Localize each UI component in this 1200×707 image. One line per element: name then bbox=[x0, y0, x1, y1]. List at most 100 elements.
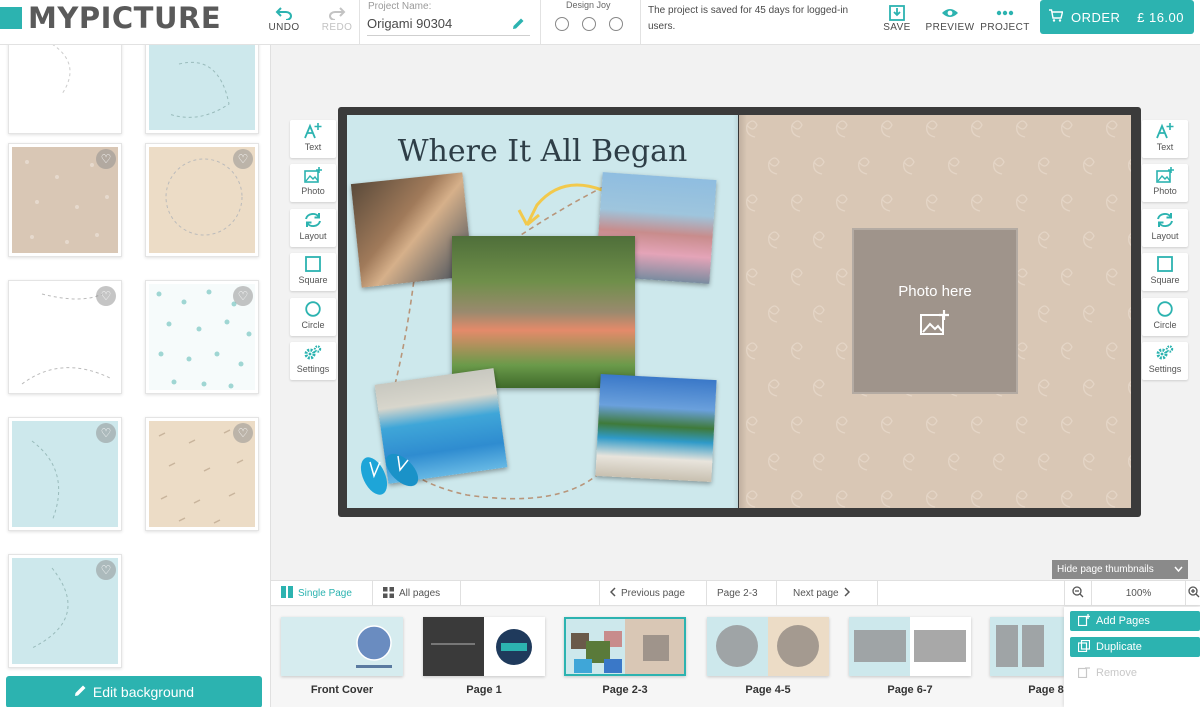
zoom-out-button[interactable] bbox=[1064, 581, 1092, 606]
neutral-face-icon[interactable] bbox=[582, 17, 596, 31]
all-pages-label: All pages bbox=[399, 588, 441, 599]
undo-button[interactable]: UNDO bbox=[266, 4, 302, 33]
flip-flops-sticker[interactable] bbox=[356, 448, 428, 503]
tool-settings-button[interactable]: Settings bbox=[290, 342, 336, 380]
tool-label: Photo bbox=[1153, 186, 1177, 197]
background-thumbnail[interactable]: ♡ bbox=[8, 554, 122, 668]
tool-text-button[interactable]: Text bbox=[1142, 120, 1188, 158]
page-thumbnail-front-cover[interactable] bbox=[281, 617, 403, 676]
add-page-icon bbox=[1077, 613, 1091, 629]
eye-icon bbox=[941, 4, 959, 22]
background-thumbnail[interactable]: ♡ bbox=[8, 280, 122, 394]
duplicate-label: Duplicate bbox=[1096, 641, 1142, 653]
single-page-view-button[interactable]: Single Page bbox=[271, 581, 373, 606]
chevron-down-icon bbox=[1174, 564, 1183, 575]
logo-text: MYPICTURE bbox=[28, 1, 222, 35]
previous-page-button[interactable]: Previous page bbox=[599, 581, 707, 606]
redo-label: REDO bbox=[321, 22, 353, 33]
grid-icon bbox=[383, 586, 394, 601]
happy-face-icon[interactable] bbox=[609, 17, 623, 31]
tool-label: Settings bbox=[296, 364, 330, 374]
square-icon bbox=[305, 253, 321, 275]
background-thumbnail[interactable]: ♡ bbox=[145, 143, 259, 257]
add-pages-button[interactable]: Add Pages bbox=[1070, 611, 1200, 631]
edit-background-label: Edit background bbox=[92, 684, 195, 700]
tool-label: Circle bbox=[301, 319, 325, 330]
cart-icon bbox=[1049, 9, 1064, 25]
project-name-field[interactable]: Origami 90304 bbox=[367, 14, 530, 36]
settings-gears-icon bbox=[1156, 342, 1174, 364]
background-thumbnail[interactable]: ♡ bbox=[8, 417, 122, 531]
project-label: PROJECT bbox=[980, 22, 1030, 33]
remove-label: Remove bbox=[1096, 667, 1137, 679]
tool-label: Square bbox=[298, 275, 328, 286]
hide-page-thumbnails-button[interactable]: Hide page thumbnails bbox=[1052, 560, 1188, 579]
thumbnail-label: Page 2-3 bbox=[602, 684, 648, 696]
save-button[interactable]: SAVE bbox=[880, 4, 914, 33]
add-text-icon bbox=[1156, 120, 1174, 142]
zoom-out-icon bbox=[1072, 586, 1084, 601]
tool-text-button[interactable]: Text bbox=[290, 120, 336, 158]
edit-background-button[interactable]: Edit background bbox=[6, 676, 262, 707]
rating-faces bbox=[555, 17, 623, 31]
tool-photo-button[interactable]: Photo bbox=[290, 164, 336, 203]
preview-button[interactable]: PREVIEW bbox=[925, 4, 975, 33]
single-page-icon bbox=[281, 586, 293, 601]
page-thumbnail-page-8[interactable] bbox=[990, 617, 1064, 676]
next-page-button[interactable]: Next page bbox=[777, 581, 878, 606]
page-thumbnail-page-1[interactable] bbox=[423, 617, 545, 676]
page-navigation-bar: Single Page All pages Previous page Page… bbox=[271, 580, 1200, 606]
chevron-right-icon bbox=[844, 587, 850, 600]
tool-layout-button[interactable]: Layout bbox=[290, 208, 336, 247]
tool-layout-button[interactable]: Layout bbox=[1142, 208, 1188, 247]
favorite-heart-icon[interactable]: ♡ bbox=[96, 560, 116, 580]
page-thumbnail-page-6-7[interactable] bbox=[849, 617, 971, 676]
tool-circle-button[interactable]: Circle bbox=[1142, 297, 1188, 336]
redo-arrow-icon bbox=[328, 4, 346, 22]
redo-button[interactable]: REDO bbox=[320, 4, 354, 33]
background-thumbnail[interactable]: ♡ bbox=[145, 417, 259, 531]
tool-label: Square bbox=[1150, 275, 1180, 286]
favorite-heart-icon[interactable]: ♡ bbox=[233, 286, 253, 306]
tool-square-button[interactable]: Square bbox=[1142, 253, 1188, 292]
tool-circle-button[interactable]: Circle bbox=[290, 297, 336, 336]
preview-label: PREVIEW bbox=[925, 22, 975, 33]
background-thumbnail[interactable] bbox=[145, 45, 259, 134]
tool-settings-button[interactable]: Settings bbox=[1142, 342, 1188, 380]
order-button[interactable]: ORDER £ 16.00 bbox=[1040, 0, 1194, 34]
background-thumbnail[interactable] bbox=[8, 45, 122, 134]
all-pages-view-button[interactable]: All pages bbox=[373, 581, 461, 606]
page-thumbnail-page-2-3[interactable] bbox=[564, 617, 686, 676]
edit-pencil-icon[interactable] bbox=[512, 17, 525, 35]
favorite-heart-icon[interactable]: ♡ bbox=[233, 149, 253, 169]
page-thumbnail-page-4-5[interactable] bbox=[707, 617, 829, 676]
project-name-label: Project Name: bbox=[368, 1, 432, 12]
hide-thumbnails-label: Hide page thumbnails bbox=[1057, 564, 1154, 575]
page-title-text[interactable]: Where It All Began bbox=[347, 134, 738, 169]
thumbnail-label: Front Cover bbox=[310, 684, 374, 696]
undo-arrow-icon bbox=[275, 4, 293, 22]
tool-photo-button[interactable]: Photo bbox=[1142, 164, 1188, 203]
photo-mother-and-daughters[interactable] bbox=[452, 236, 635, 388]
photo-resort-pool[interactable] bbox=[595, 374, 717, 482]
add-image-icon bbox=[920, 309, 950, 340]
save-status-message: The project is saved for 45 days for log… bbox=[648, 5, 849, 32]
save-label: SAVE bbox=[883, 22, 911, 33]
project-menu-button[interactable]: PROJECT bbox=[980, 4, 1030, 33]
logo-square-icon bbox=[0, 7, 22, 29]
tool-label: Layout bbox=[1151, 230, 1179, 241]
photo-placeholder[interactable]: Photo here bbox=[852, 228, 1018, 394]
favorite-heart-icon[interactable]: ♡ bbox=[96, 286, 116, 306]
background-thumbnail[interactable]: ♡ bbox=[145, 280, 259, 394]
favorite-heart-icon[interactable]: ♡ bbox=[96, 149, 116, 169]
remove-button[interactable]: Remove bbox=[1070, 663, 1200, 683]
sad-face-icon[interactable] bbox=[555, 17, 569, 31]
background-thumbnail[interactable]: ♡ bbox=[8, 143, 122, 257]
favorite-heart-icon[interactable]: ♡ bbox=[233, 423, 253, 443]
favorite-heart-icon[interactable]: ♡ bbox=[96, 423, 116, 443]
zoom-in-button[interactable] bbox=[1186, 581, 1200, 606]
tool-square-button[interactable]: Square bbox=[290, 253, 336, 292]
circle-icon bbox=[1157, 298, 1173, 320]
mypicture-logo[interactable]: MYPICTURE bbox=[0, 1, 222, 35]
duplicate-button[interactable]: Duplicate bbox=[1070, 637, 1200, 657]
